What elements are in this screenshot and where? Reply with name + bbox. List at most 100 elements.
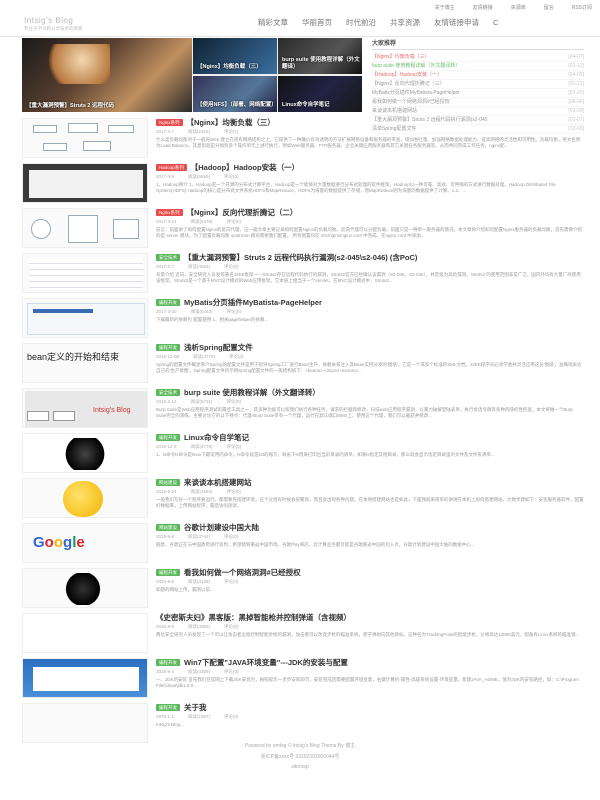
post-title[interactable]: 看我如何做一个网络洞洞#已经授权 (184, 567, 301, 578)
post-category-badge[interactable]: 编程开发 (156, 659, 180, 666)
slide-caption: 【重大漏洞预警】Struts 2 远程代码 (26, 103, 115, 109)
post-thumbnail[interactable] (22, 163, 148, 203)
recommend-item[interactable]: 【Nginx】反向代理折腾记（三） [03-21] (372, 80, 584, 89)
post-title[interactable]: 来谈谈本机搭建网站 (184, 477, 252, 488)
post-views: 阅读(6442) (190, 309, 213, 314)
post-thumbnail[interactable] (22, 118, 148, 158)
post-date: 2015-8-9 (156, 624, 175, 629)
post-comments[interactable]: 评论(0) (224, 264, 239, 270)
recommend-item-title[interactable]: 【Hadoop】Hadoop安装（一） (372, 71, 568, 79)
post-comments[interactable]: 评论(0) (229, 354, 244, 360)
post-comments[interactable]: 评论(0) (224, 669, 239, 675)
post-category-badge[interactable]: Nginx系列 (156, 119, 183, 126)
slide-burp[interactable]: burp suite 使用教程详解（外文翻译） (278, 38, 362, 74)
post-thumbnail[interactable] (22, 433, 148, 473)
nav-item-frontier[interactable]: 时代前沿 (339, 17, 383, 29)
post-thumbnail[interactable]: bean定义的开始和结束 (22, 343, 148, 383)
nav-item-links[interactable]: 友情链接申请 (427, 17, 486, 29)
post-category-badge[interactable]: 网站建设 (156, 479, 180, 486)
slide-nginx[interactable]: 【Nginx】均衡负载（三） (193, 38, 277, 74)
post-item: 《史密斯夫妇》黑客版：黑掉智能枪并控制弹道（含视频） 2015-8-9 阅读(309… (22, 613, 584, 658)
post-body: 网站建设 来谈谈本机搭建网站 2015-9-24 阅读(4664) 评论(0) 一般我们写… (156, 478, 584, 515)
post-title[interactable]: 【重大漏洞预警】Struts 2 远程代码执行漏洞(s2-045\s2-046)… (184, 252, 417, 263)
post-meta: 2015-6-6 阅读(3138) 评论(0) (156, 579, 584, 585)
post-thumbnail[interactable] (22, 208, 148, 248)
post-category-badge[interactable]: 编程开发 (156, 569, 180, 576)
post-title[interactable]: 【Nginx】反向代理折腾记（二） (187, 207, 298, 218)
post-comments[interactable]: 评论(0) (227, 444, 242, 450)
slide-nfs[interactable]: 【使用NFS】（部署、网络配置） (193, 76, 277, 112)
post-comments[interactable]: 评论(0) (224, 174, 239, 180)
post-title[interactable]: 浅析Spring配置文件 (184, 342, 253, 353)
recommend-item-title[interactable]: 【Nginx】均衡负载（三） (372, 53, 568, 61)
post-title[interactable]: 关于我 (184, 702, 207, 713)
post-comments[interactable]: 评论(0) (227, 219, 242, 225)
post-comments[interactable]: 评论(1) (224, 129, 239, 135)
recommend-item-title[interactable]: 来谈谈本机搭建网站 (372, 107, 568, 115)
recommend-item[interactable]: 【Nginx】均衡负载（三） [04-07] (372, 53, 584, 62)
nav-item-home[interactable]: 华丽首页 (295, 17, 339, 29)
recommend-item[interactable]: MyBatis分页插件MyBatista-PageHelper [02-20] (372, 89, 584, 98)
top-link-message[interactable]: 留言 (544, 4, 554, 11)
post-comments[interactable]: 评论(0) (227, 309, 242, 315)
post-thumbnail[interactable] (22, 298, 148, 338)
recommend-item-title[interactable]: MyBatis分页插件MyBatista-PageHelper (372, 89, 568, 97)
post-comments[interactable]: 评论(0) (224, 714, 239, 720)
slide-caption: 【使用NFS】（部署、网络配置） (197, 102, 277, 108)
post-title[interactable]: MyBatis分页插件MyBatista-PageHelper (184, 297, 322, 308)
post-comments[interactable]: 评论(0) (227, 489, 242, 495)
post-comments[interactable]: 评论(0) (224, 624, 239, 630)
post-thumbnail[interactable] (22, 568, 148, 608)
recommend-item-title[interactable]: burp suite 使用教程详解（外文翻译转） (372, 62, 568, 70)
post-thumbnail[interactable]: Google (22, 523, 148, 563)
recommend-item[interactable]: 来谈谈本机搭建网站 [03-09] (372, 107, 584, 116)
post-title[interactable]: Win7下配置"JAVA环境变量"---JDK的安装与配置 (184, 657, 348, 668)
post-comments[interactable]: 评论(0) (227, 399, 242, 405)
post-category-badge[interactable]: 编程开发 (156, 344, 180, 351)
site-logo[interactable]: Intsig's Blog 专注于学习和分享技术的博客 (24, 16, 134, 32)
post-category-badge[interactable]: 安全技术 (156, 254, 180, 261)
post-title[interactable]: Linux命令自学笔记 (184, 432, 249, 443)
post-title[interactable]: burp suite 使用教程详解（外文翻译转） (184, 387, 320, 398)
post-thumbnail[interactable] (22, 253, 148, 293)
post-thumbnail[interactable] (22, 478, 148, 518)
slide-featured-struts[interactable]: 【重大漏洞预警】Struts 2 远程代码 (22, 38, 192, 112)
recommend-item[interactable]: 看我如何做一个网络洞洞#已经授权 [06-06] (372, 98, 584, 107)
post-title[interactable]: 谷歌计划建设中国大陆 (184, 522, 259, 533)
nav-item-more[interactable]: C (486, 17, 505, 29)
top-link-rss[interactable]: RSS订阅 (572, 4, 592, 11)
nav-item-share[interactable]: 共享资源 (383, 17, 427, 29)
post-date: 2016-3-12 (156, 399, 177, 404)
post-excerpt: 1、ls命令ls命令是linux下最常用的命令。ls命令就是list的缩写，缺省… (156, 452, 495, 457)
post-meta: 2017-4-7 阅读(2316) 评论(1) (156, 129, 584, 135)
post-thumbnail[interactable] (22, 613, 148, 653)
post-item: 编程开发 看我如何做一个网络洞洞#已经授权 2015-6-6 阅读(3138) 评论(0… (22, 568, 584, 613)
recommend-item-title[interactable]: 【Nginx】反向代理折腾记（三） (372, 80, 568, 88)
sidebar-title: 大家推荐 (372, 38, 584, 50)
post-comments[interactable]: 评论(0) (224, 579, 239, 585)
post-title[interactable]: 《史密斯夫妇》黑客版：黑掉智能枪并控制弹道（含视频） (156, 612, 351, 623)
post-category-badge[interactable]: 网站建设 (156, 524, 180, 531)
post-category-badge[interactable]: Nginx系列 (156, 209, 183, 216)
post-category-badge[interactable]: 编程开发 (156, 299, 180, 306)
post-date: 2015-9-8 (156, 534, 175, 539)
post-comments[interactable]: 评论(0) (224, 534, 239, 540)
post-title[interactable]: 【Nginx】均衡负载（三） (187, 117, 275, 128)
recommend-item[interactable]: burp suite 使用教程详解（外文翻译转） [03-12] (372, 62, 584, 71)
post-category-badge[interactable]: 编程开发 (156, 434, 180, 441)
post-title[interactable]: 【Hadoop】Hadoop安装（一） (191, 162, 299, 173)
post-category-badge[interactable]: 安全技术 (156, 389, 180, 396)
post-category-badge[interactable]: Hadoop系列 (156, 164, 187, 171)
top-link-friends[interactable]: 友情链接 (473, 4, 493, 11)
recommend-item-title[interactable]: 看我如何做一个网络洞洞#已经授权 (372, 98, 568, 106)
footer-sitemap[interactable]: sitemap (0, 764, 600, 770)
nav-item-articles[interactable]: 精彩文章 (251, 17, 295, 29)
post-thumbnail[interactable] (22, 658, 148, 698)
post-category-badge[interactable]: 编程开发 (156, 704, 180, 711)
top-link-about[interactable]: 关于博主 (435, 4, 455, 11)
slide-linux[interactable]: Linux命令自学笔记 (278, 76, 362, 112)
top-link-resources[interactable]: 资源库 (511, 4, 526, 11)
post-thumbnail[interactable] (22, 703, 148, 743)
post-thumbnail[interactable]: Intsig's Blog (22, 388, 148, 428)
recommend-item[interactable]: 【Hadoop】Hadoop安装（一） [04-05] (372, 71, 584, 80)
